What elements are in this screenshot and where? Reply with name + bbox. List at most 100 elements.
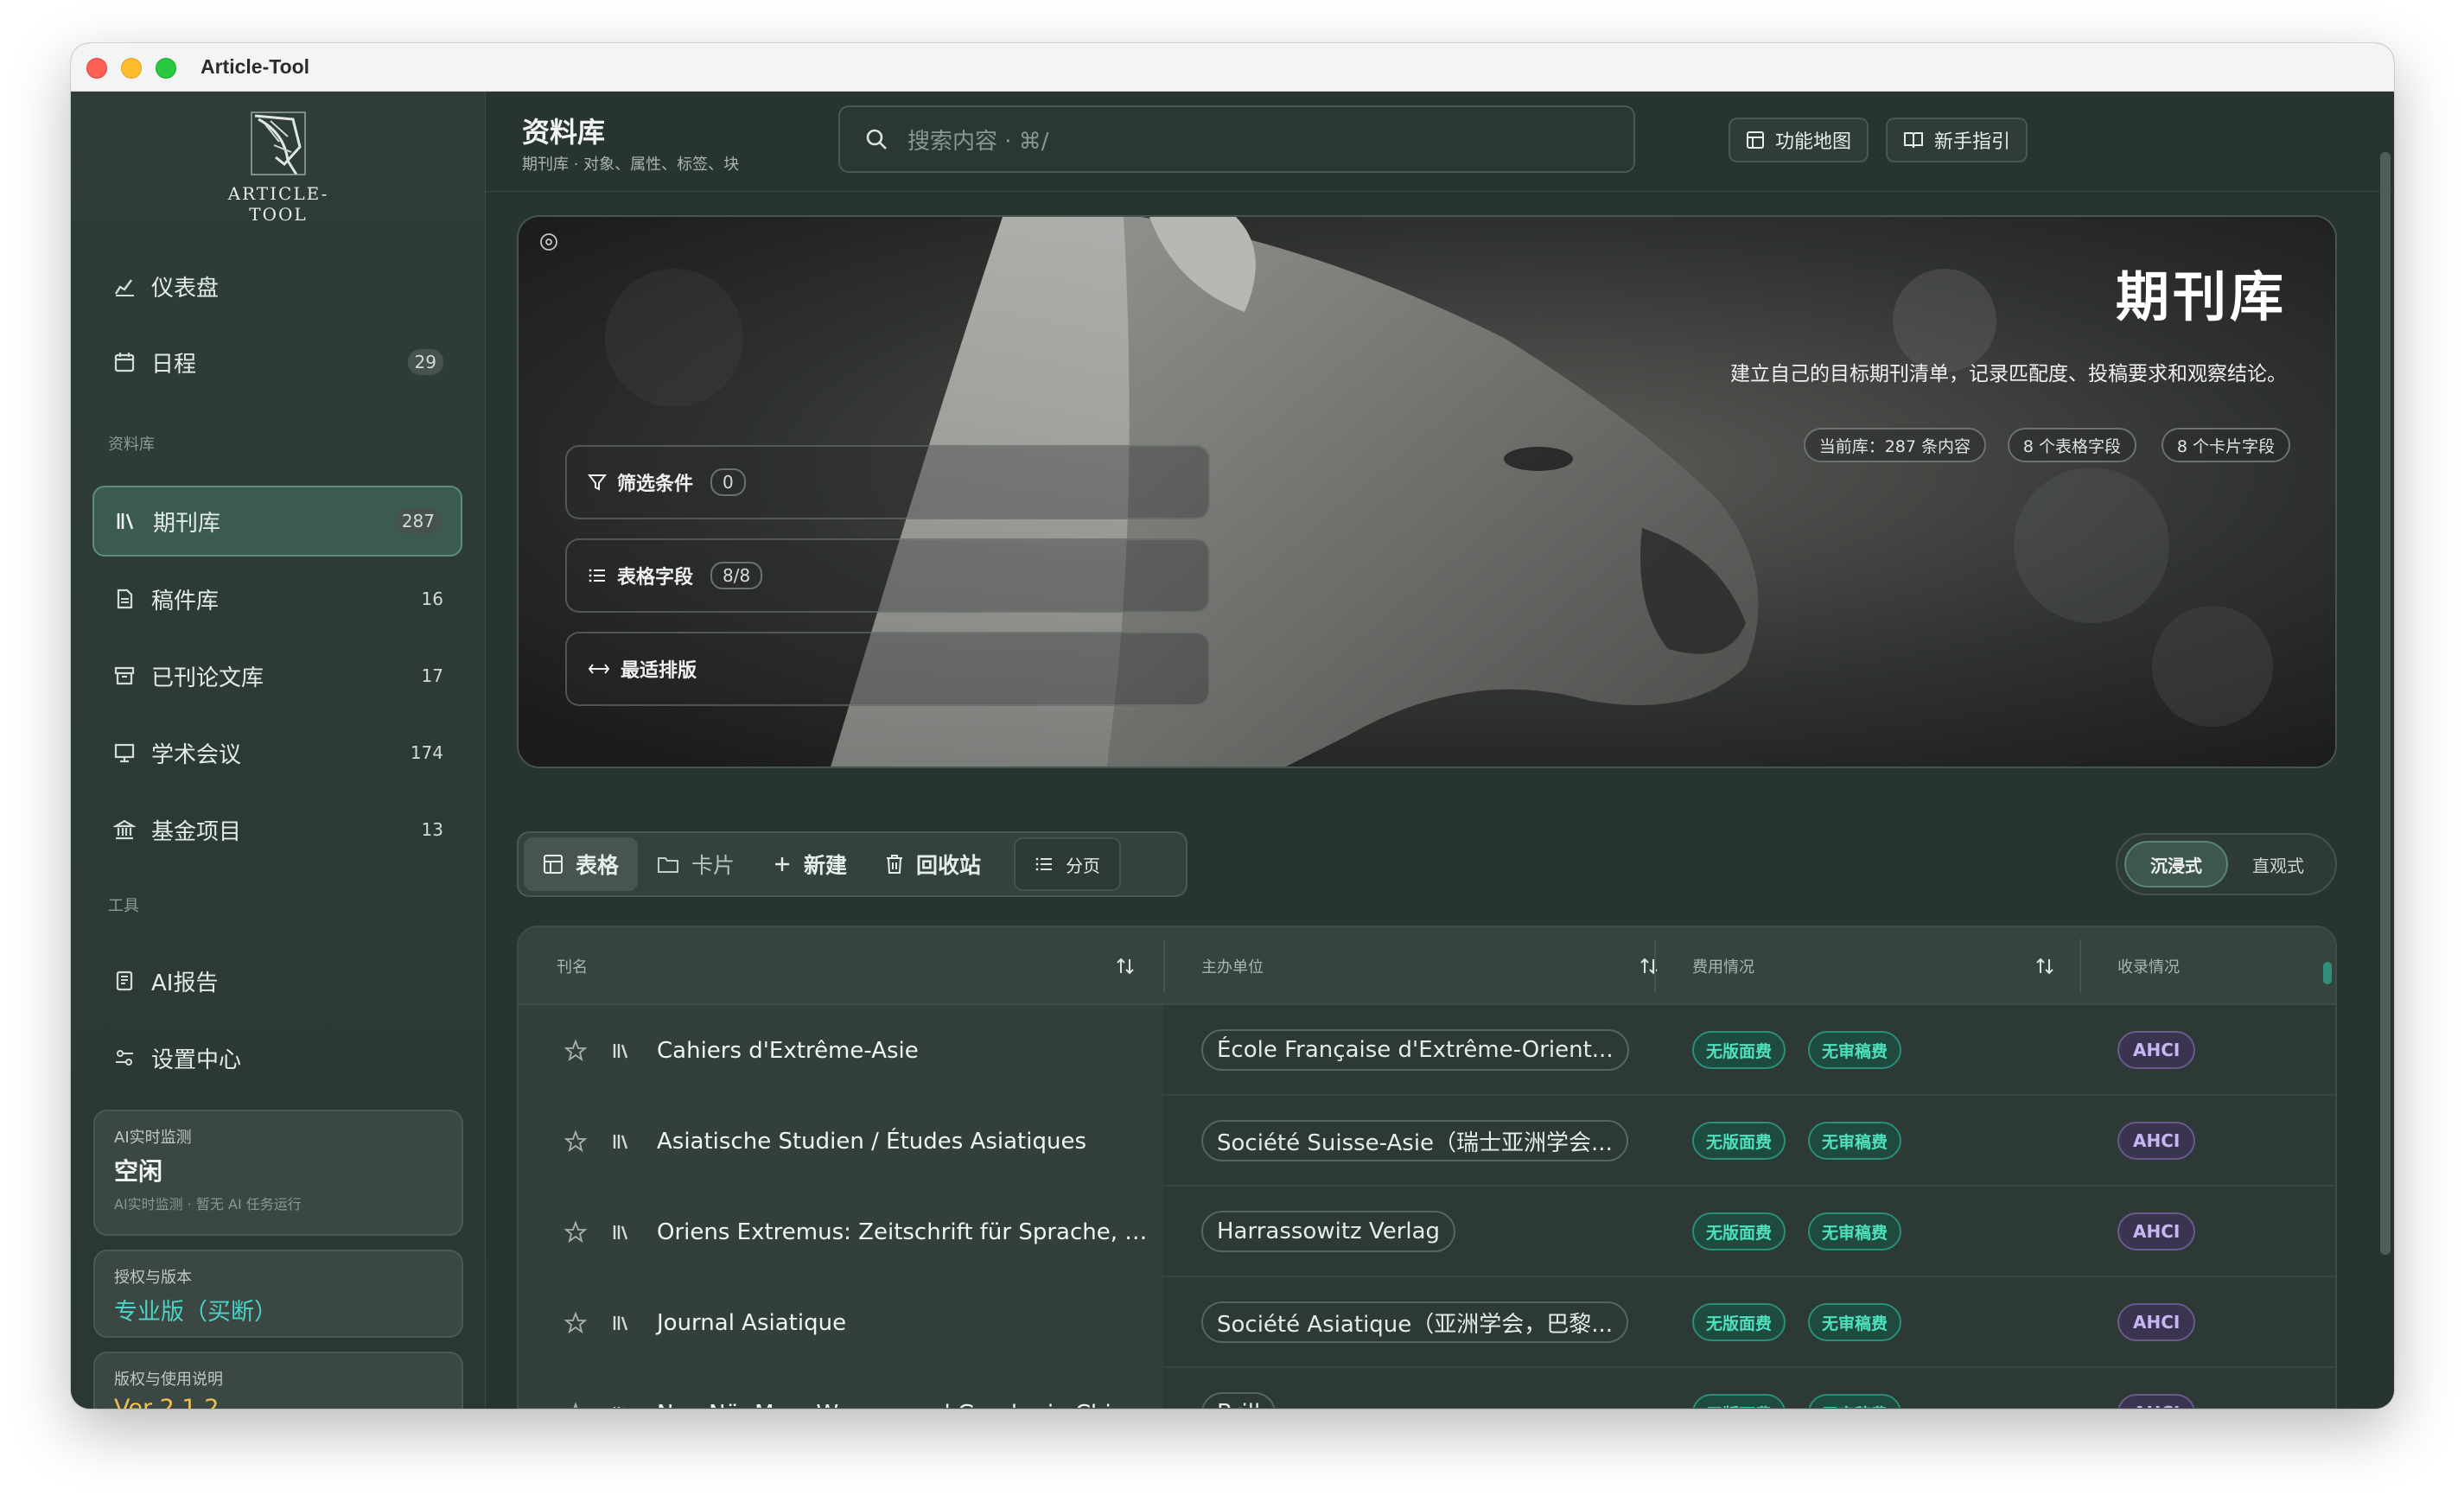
close-button[interactable]	[86, 58, 107, 79]
table-row[interactable]: Cahiers d'Extrême-Asie École Française d…	[519, 1005, 2335, 1096]
feature-map-button[interactable]: 功能地图	[1729, 118, 1869, 162]
column-separator[interactable]	[2079, 939, 2081, 993]
folder-icon	[657, 855, 679, 874]
publisher-tag: École Française d'Extrême-Orient...	[1201, 1029, 1629, 1071]
sidebar-item-ai-report[interactable]: AI报告	[92, 945, 462, 1016]
search-input[interactable]: 搜索内容 · ⌘/	[838, 105, 1635, 173]
sidebar-item-label: 设置中心	[151, 1047, 242, 1073]
filter-label: 筛选条件	[617, 474, 694, 495]
column-label: 刊名	[557, 958, 588, 977]
sidebar-item-settings[interactable]: 设置中心	[92, 1022, 462, 1093]
sidebar-item-label: 期刊库	[153, 510, 221, 537]
sidebar-item-schedule[interactable]: 日程 29	[92, 327, 462, 398]
journal-name[interactable]: Cahiers d'Extrême-Asie	[657, 1038, 919, 1064]
new-button[interactable]: 新建	[754, 837, 866, 891]
star-icon[interactable]	[563, 1310, 588, 1335]
list-icon	[588, 566, 607, 585]
header: 资料库 期刊库 · 对象、属性、标签、块 搜索内容 · ⌘/ 功能地图 新手指引	[486, 92, 2394, 192]
paging-label: 分页	[1066, 855, 1101, 876]
sidebar-item-grants[interactable]: 基金项目 13	[92, 794, 462, 865]
table-scrollbar[interactable]	[2323, 962, 2332, 984]
fee-tag: 无版面费	[1692, 1212, 1786, 1250]
column-separator[interactable]	[1163, 939, 1165, 993]
journal-name[interactable]: Nan Nü: Men, Women and Gender in China	[657, 1401, 1139, 1409]
app-logo[interactable]: ARTICLE-TOOL	[201, 107, 356, 225]
sort-icon[interactable]	[1115, 956, 1136, 977]
star-icon[interactable]	[563, 1219, 588, 1244]
section-label-library: 资料库	[108, 436, 155, 454]
table-row[interactable]: Oriens Extremus: Zeitschrift für Sprache…	[519, 1187, 2335, 1277]
feather-logo-icon	[251, 111, 306, 175]
table-row[interactable]: Nan Nü: Men, Women and Gender in China B…	[519, 1368, 2335, 1409]
column-separator[interactable]	[1654, 939, 1656, 993]
card-view-label: 卡片	[691, 853, 735, 878]
index-tag: AHCI	[2117, 1303, 2196, 1341]
journal-name[interactable]: Journal Asiatique	[657, 1310, 846, 1336]
filter-control[interactable]: 筛选条件 0	[565, 445, 1210, 519]
hero-chip-card-fields: 8 个卡片字段	[2161, 428, 2290, 462]
main-content: 资料库 期刊库 · 对象、属性、标签、块 搜索内容 · ⌘/ 功能地图 新手指引	[486, 92, 2394, 1409]
column-header-publisher[interactable]: 主办单位	[1201, 927, 1685, 1005]
ai-monitor-panel[interactable]: AI实时监测 空闲 AI实时监测 · 暂无 AI 任务运行	[93, 1110, 463, 1236]
camera-icon[interactable]	[538, 231, 560, 253]
direct-mode-button[interactable]: 直观式	[2228, 841, 2328, 888]
table-row[interactable]: Asiatische Studien / Études Asiatiques S…	[519, 1096, 2335, 1187]
layout-label: 最适排版	[621, 660, 697, 682]
version-panel[interactable]: 版权与使用说明 Ver 2.1.2	[93, 1352, 463, 1409]
settings-icon	[110, 1043, 139, 1072]
minimize-button[interactable]	[121, 58, 142, 79]
column-header-index[interactable]: 收录情况	[2117, 927, 2325, 1005]
star-icon[interactable]	[563, 1401, 588, 1408]
zoom-button[interactable]	[156, 58, 176, 79]
report-icon	[110, 966, 139, 996]
table-view-button[interactable]: 表格	[524, 837, 639, 891]
card-view-button[interactable]: 卡片	[638, 837, 754, 891]
layout-control[interactable]: 最适排版	[565, 632, 1210, 706]
version-title: 版权与使用说明	[114, 1371, 223, 1389]
sidebar-item-dashboard[interactable]: 仪表盘	[92, 251, 462, 321]
trash-label: 回收站	[916, 853, 982, 878]
column-header-fees[interactable]: 费用情况	[1692, 927, 2081, 1005]
sidebar-item-manuscripts[interactable]: 稿件库 16	[92, 563, 462, 634]
journal-name[interactable]: Oriens Extremus: Zeitschrift für Sprache…	[657, 1219, 1147, 1245]
license-panel[interactable]: 授权与版本 专业版（买断）	[93, 1250, 463, 1338]
publisher-tag: Société Asiatique（亚洲学会，巴黎...	[1201, 1301, 1629, 1343]
journals-table: 刊名 主办单位 费用情况 收录情况 Cahiers d'Extrême-Asie…	[517, 926, 2337, 1409]
trash-button[interactable]: 回收站	[866, 837, 1000, 891]
sidebar-item-label: 学术会议	[151, 741, 242, 768]
column-label: 收录情况	[2117, 958, 2180, 977]
hero-chip-table-fields: 8 个表格字段	[2007, 428, 2136, 462]
star-icon[interactable]	[563, 1038, 588, 1063]
sidebar-item-conferences[interactable]: 学术会议 174	[92, 717, 462, 788]
sidebar-item-published[interactable]: 已刊论文库 17	[92, 640, 462, 711]
mode-toggle: 沉浸式 直观式	[2116, 833, 2337, 895]
table-row[interactable]: Journal Asiatique Société Asiatique（亚洲学会…	[519, 1277, 2335, 1368]
new-label: 新建	[804, 853, 848, 878]
feature-map-label: 功能地图	[1775, 131, 1852, 153]
presentation-icon	[110, 738, 139, 767]
sidebar-item-journals[interactable]: 期刊库 287	[92, 486, 462, 557]
column-header-name[interactable]: 刊名	[557, 927, 1162, 1005]
hero-banner: 期刊库 建立自己的目标期刊清单，记录匹配度、投稿要求和观察结论。 当前库：287…	[517, 215, 2337, 768]
immersive-mode-button[interactable]: 沉浸式	[2124, 841, 2228, 888]
search-placeholder: 搜索内容 · ⌘/	[907, 128, 1049, 155]
sort-icon[interactable]	[1639, 956, 1659, 977]
main-scrollbar[interactable]	[2380, 152, 2391, 1255]
guide-button[interactable]: 新手指引	[1886, 118, 2028, 162]
sort-icon[interactable]	[2034, 956, 2055, 977]
fee-tag: 无版面费	[1692, 1394, 1786, 1408]
fee-tag: 无版面费	[1692, 1303, 1786, 1341]
page-subtitle: 期刊库 · 对象、属性、标签、块	[522, 156, 740, 174]
index-tag: AHCI	[2117, 1031, 2196, 1069]
ai-monitor-title: AI实时监测	[114, 1129, 192, 1147]
filter-icon	[588, 473, 607, 492]
star-icon[interactable]	[563, 1129, 588, 1154]
fee-tag: 无审稿费	[1808, 1122, 1902, 1160]
license-title: 授权与版本	[114, 1269, 192, 1287]
name-cell: Nan Nü: Men, Women and Gender in China	[519, 1368, 1163, 1409]
fields-control[interactable]: 表格字段 8/8	[565, 538, 1210, 613]
journal-name[interactable]: Asiatische Studien / Études Asiatiques	[657, 1129, 1086, 1155]
library-icon	[612, 1132, 631, 1151]
paging-button[interactable]: 分页	[1014, 837, 1122, 891]
name-cell: Oriens Extremus: Zeitschrift für Sprache…	[519, 1187, 1163, 1277]
